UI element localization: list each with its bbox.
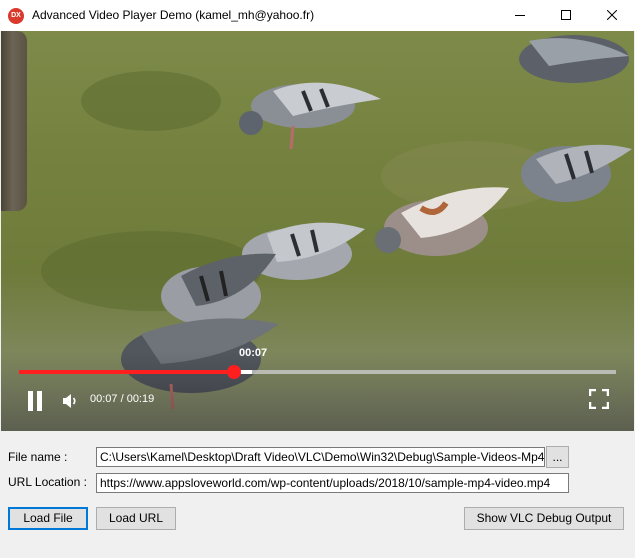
file-name-label: File name : <box>8 450 68 464</box>
maximize-button[interactable] <box>543 0 589 31</box>
time-display: 00:07 / 00:19 <box>90 393 155 405</box>
app-window: DX Advanced Video Player Demo (kamel_mh@… <box>0 0 635 558</box>
seek-progress <box>19 370 234 374</box>
seek-bar[interactable] <box>19 365 616 379</box>
load-file-button[interactable]: Load File <box>8 507 88 530</box>
video-surface[interactable]: 00:07 00:07 / 00:19 <box>1 31 634 431</box>
maximize-icon <box>561 10 571 20</box>
seek-thumb[interactable] <box>226 365 241 379</box>
close-icon <box>607 10 617 20</box>
file-name-field[interactable]: C:\Users\Kamel\Desktop\Draft Video\VLC\D… <box>96 447 545 467</box>
grass-patch <box>81 71 221 131</box>
pigeon-image <box>375 187 509 256</box>
fullscreen-icon[interactable] <box>589 389 609 409</box>
seek-time-bubble: 00:07 <box>239 347 268 359</box>
minimize-button[interactable] <box>497 0 543 31</box>
app-icon: DX <box>8 8 24 24</box>
pause-button[interactable] <box>26 391 44 411</box>
load-url-button[interactable]: Load URL <box>96 507 176 530</box>
pigeon-image <box>519 35 629 83</box>
volume-icon[interactable] <box>61 392 79 410</box>
close-button[interactable] <box>589 0 635 31</box>
window-title: Advanced Video Player Demo (kamel_mh@yah… <box>32 8 315 22</box>
url-location-label: URL Location : <box>8 475 87 489</box>
controls-overlay <box>1 351 634 431</box>
minimize-icon <box>515 15 525 16</box>
url-location-field[interactable]: https://www.appsloveworld.com/wp-content… <box>96 473 569 493</box>
pigeon-image <box>239 82 381 150</box>
tree-trunk <box>1 31 27 211</box>
title-bar: DX Advanced Video Player Demo (kamel_mh@… <box>0 0 635 31</box>
pause-icon <box>37 391 42 411</box>
browse-button[interactable]: ... <box>546 446 569 468</box>
pigeon-image <box>521 144 632 202</box>
pause-icon <box>28 391 33 411</box>
show-debug-button[interactable]: Show VLC Debug Output <box>464 507 624 530</box>
